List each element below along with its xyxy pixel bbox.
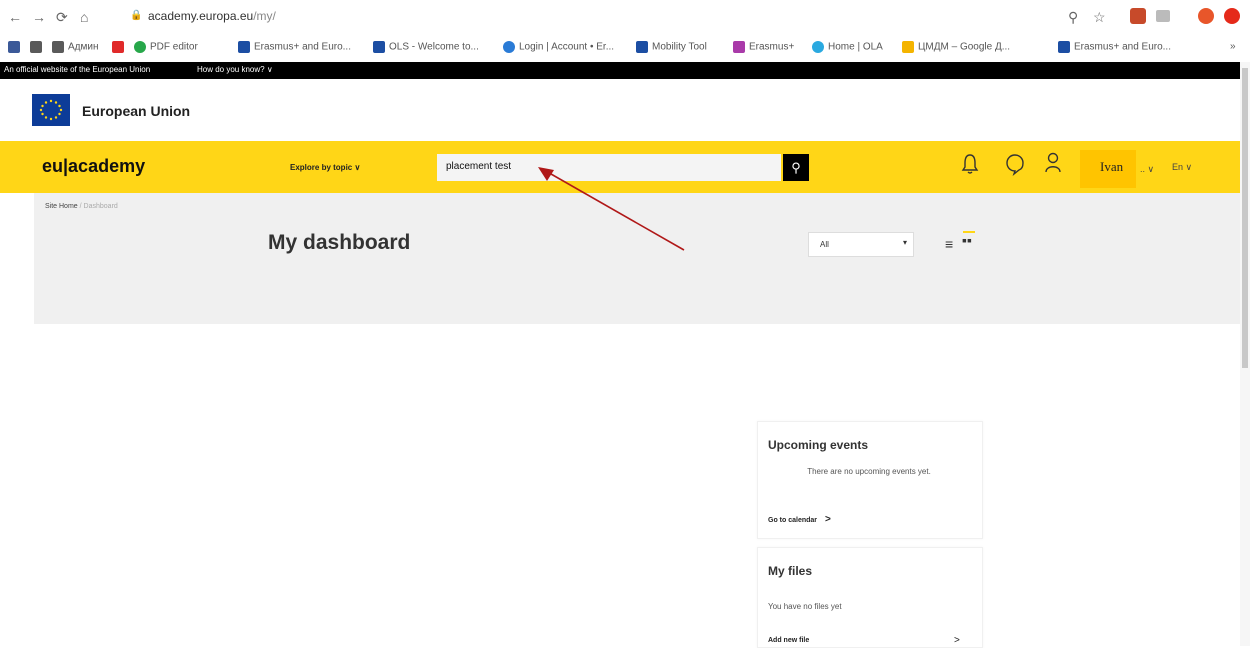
zoom-icon[interactable]: ⚲ [1068,9,1078,26]
annotation-arrow [538,167,685,251]
eu-title: European Union [82,103,191,119]
chevron-right-icon[interactable]: > [954,635,960,646]
star-icon[interactable]: ☆ [1093,9,1106,26]
breadcrumb-separator: / [79,203,82,210]
go-to-calendar-link[interactable]: Go to calendar > [768,514,831,525]
bookmark-icon [134,41,146,53]
block-title: Upcoming events [768,438,869,452]
scrollbar-thumb[interactable] [1242,68,1248,368]
bookmark-label: ЦМДМ – Google Д... [918,41,1011,53]
search-icon: ⚲ [791,160,801,175]
bookmark-icon [1058,41,1070,53]
bookmark-item[interactable]: Home | OLA [812,41,883,53]
home-icon[interactable]: ⌂ [80,9,88,25]
upcoming-events-block: Upcoming events There are no upcoming ev… [757,421,983,539]
user-icon[interactable] [1044,151,1062,175]
block-title: My files [768,564,813,578]
bookmark-item[interactable]: ЦМДМ – Google Д... [902,41,1010,53]
bookmark-icon [373,41,385,53]
bookmark-label: OLS - Welcome to... [389,41,479,53]
eu-academy-logo[interactable]: eu|academy [42,156,145,177]
bookmark-item[interactable]: Erasmus+ and Euro... [238,41,351,53]
eu-stars-icon [39,99,63,121]
bookmark-item[interactable]: Админ [52,41,99,53]
official-site-text: An official website of the European Unio… [4,65,151,74]
bookmark-label: Erasmus+ and Euro... [254,41,351,53]
opera-icon[interactable] [1224,8,1240,24]
bookmark-icon [52,41,64,53]
eu-official-bar: An official website of the European Unio… [0,62,1250,79]
list-view-icon[interactable]: ≡ [945,236,953,252]
breadcrumb-current: Dashboard [83,203,118,210]
bookmarks-bar: Админ PDF editor Erasmus+ and Euro... OL… [0,34,1250,62]
forward-icon[interactable]: → [32,9,46,25]
bookmark-icon [812,41,824,53]
bookmark-item[interactable]: Erasmus+ [733,41,794,53]
dropdown-arrow-icon: ▾ [903,238,908,247]
how-do-you-know-link[interactable]: How do you know? ∨ [197,65,273,74]
extension-icon-2[interactable] [1156,10,1170,22]
bookmark-item[interactable]: Login | Account • Er... [503,41,614,53]
breadcrumb-home[interactable]: Site Home [45,203,78,210]
bookmark-label: Login | Account • Er... [519,41,615,53]
bookmark-item[interactable]: OLS - Welcome to... [373,41,479,53]
no-events-text: There are no upcoming events yet. [807,467,931,476]
card-view-icon[interactable]: ▪▪ [962,232,972,248]
youtube-icon[interactable] [112,41,124,53]
breadcrumb: Site Home / Dashboard [45,203,118,210]
bookmark-label: PDF editor [150,41,198,53]
bookmark-icon [636,41,648,53]
google-drive-icon [902,41,914,53]
bookmark-icon [733,41,745,53]
search-button[interactable]: ⚲ [783,154,809,181]
browser-toolbar: ← → ⟳ ⌂ 🔒 academy.europa.eu/my/ ⚲ ☆ [0,0,1250,34]
bookmark-label: Home | OLA [828,41,883,53]
no-files-text: You have no files yet [768,602,842,611]
profile-avatar-icon[interactable] [1198,8,1214,24]
bookmark-label: Erasmus+ [749,41,795,53]
back-icon[interactable]: ← [8,9,22,25]
my-files-block: My files You have no files yet Add new f… [757,547,983,648]
bookmark-label: Админ [68,41,99,53]
chat-icon[interactable] [1004,152,1026,176]
bell-icon[interactable] [960,152,980,176]
facebook-icon[interactable] [8,41,20,53]
explore-by-topic-menu[interactable]: Explore by topic ∨ [290,163,360,172]
bookmark-icon[interactable] [30,41,42,53]
page-title: My dashboard [268,231,411,254]
address-bar[interactable]: academy.europa.eu/my/ [148,9,276,23]
add-new-file-link[interactable]: Add new file [768,637,809,644]
user-menu-chevron[interactable]: .. ∨ [1140,164,1154,175]
url-path: /my/ [253,9,276,23]
view-filter-value: All [820,240,829,249]
bookmark-item[interactable]: Erasmus+ and Euro... [1058,41,1171,53]
chevron-right-icon: > [825,514,831,525]
reload-icon[interactable]: ⟳ [56,9,68,26]
language-selector[interactable]: En ∨ [1172,162,1192,173]
bookmark-item[interactable]: Mobility Tool [636,41,707,53]
bookmark-icon [503,41,515,53]
extension-icon[interactable] [1130,8,1146,24]
eu-flag-logo[interactable] [32,94,70,126]
url-host: academy.europa.eu [148,9,254,23]
search-input-value: placement test [446,161,512,172]
lock-icon: 🔒 [130,10,143,21]
bookmark-label: Erasmus+ and Euro... [1074,41,1171,53]
bookmark-label: Mobility Tool [652,41,707,53]
link-label: Go to calendar [768,517,818,524]
bookmark-icon [238,41,250,53]
more-bookmarks-icon[interactable]: » [1230,41,1236,52]
bookmark-item[interactable]: PDF editor [134,41,198,53]
username: Ivan [1100,159,1124,174]
